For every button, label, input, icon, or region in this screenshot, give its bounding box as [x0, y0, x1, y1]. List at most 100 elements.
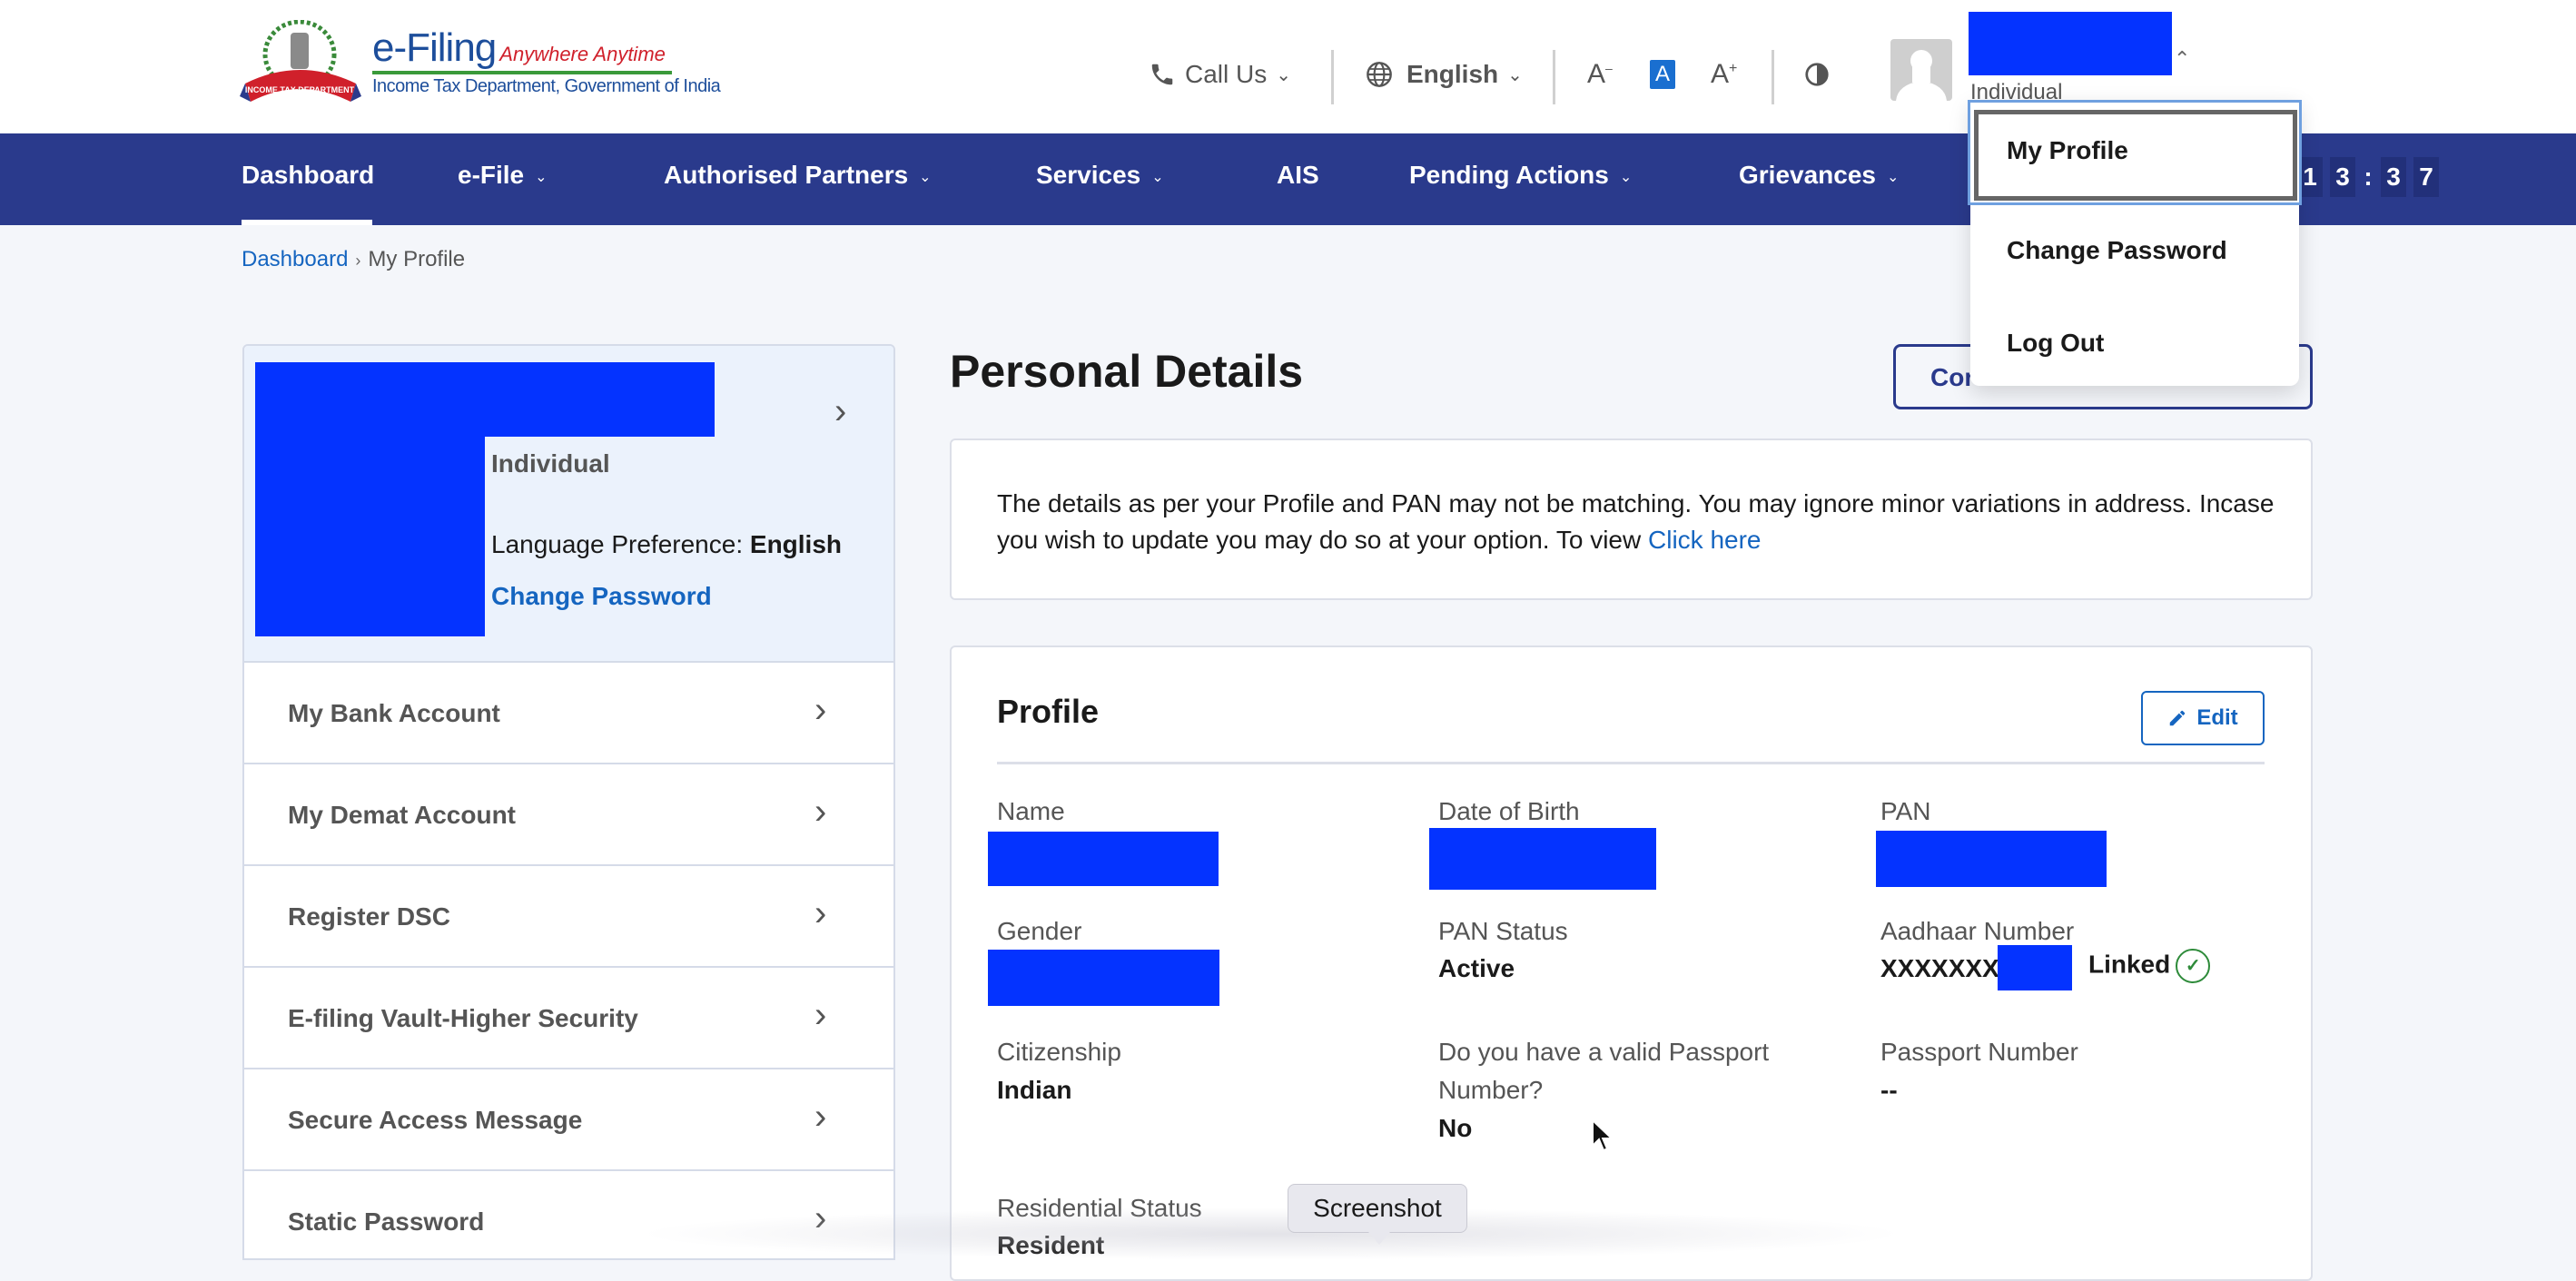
gender-label: Gender: [997, 917, 1082, 945]
font-normal-button[interactable]: A: [1650, 60, 1675, 89]
pan-status-label: PAN Status: [1438, 917, 1568, 945]
profile-section-title: Profile: [997, 693, 1100, 730]
chevron-right-icon: ›: [814, 792, 827, 832]
profile-summary-card[interactable]: Individual Language Preference: English …: [244, 346, 893, 663]
chevron-right-icon[interactable]: ›: [834, 391, 846, 432]
redacted-gender: [988, 950, 1219, 1006]
timer-digit: 7: [2413, 157, 2439, 197]
chevron-right-icon: ›: [814, 995, 827, 1035]
redacted-dob: [1429, 828, 1656, 890]
sidebar-item-static-password[interactable]: Static Password ›: [244, 1171, 893, 1258]
sidebar-item-register-dsc[interactable]: Register DSC ›: [244, 866, 893, 968]
click-here-link[interactable]: Click here: [1648, 526, 1761, 554]
profile-section: Profile Edit Name Date of Birth PAN Gend…: [950, 645, 2313, 1281]
passport-number-label: Passport Number: [1880, 1038, 2078, 1066]
user-menu-dropdown: My Profile Change Password Log Out: [1968, 100, 2302, 386]
chevron-down-icon: ⌄: [1151, 169, 1164, 185]
chevron-down-icon: ⌄: [1276, 64, 1291, 85]
passport-number-value: --: [1880, 1076, 1898, 1104]
passport-question-label: Do you have a valid Passport Number?: [1438, 1038, 1770, 1104]
breadcrumb-current: My Profile: [368, 247, 466, 271]
font-decrease-icon: A–: [1587, 59, 1613, 89]
contrast-icon: [1805, 63, 1829, 86]
redacted-profile-photo: [255, 362, 485, 636]
contrast-toggle[interactable]: [1803, 54, 1831, 94]
mismatch-notice: The details as per your Profile and PAN …: [950, 438, 2313, 600]
nav-efile[interactable]: e-File ⌄: [458, 161, 548, 190]
chevron-down-icon: ⌄: [1619, 169, 1633, 185]
redacted-name: [988, 832, 1219, 886]
screenshot-tooltip: Screenshot: [1288, 1184, 1467, 1245]
aadhaar-linked-status: Linked ✓: [2088, 949, 2211, 983]
mouse-cursor-icon: [1592, 1118, 1614, 1152]
timer-digit: 3: [2381, 157, 2406, 197]
nav-ais[interactable]: AIS: [1277, 161, 1319, 190]
pan-label: PAN: [1880, 797, 1931, 825]
font-increase-icon: A+: [1711, 59, 1738, 89]
menu-item-change-password[interactable]: Change Password: [1970, 207, 2299, 298]
avatar[interactable]: [1890, 39, 1952, 101]
residential-status-label: Residential Status: [997, 1194, 1202, 1222]
dob-label: Date of Birth: [1438, 797, 1580, 825]
logo-subtitle: Income Tax Department, Government of Ind…: [372, 76, 721, 96]
phone-icon: [1151, 64, 1173, 85]
nav-pending-actions[interactable]: Pending Actions ⌄: [1409, 161, 1632, 190]
redacted-pan: [1876, 831, 2107, 887]
chevron-right-icon: ›: [814, 1198, 827, 1238]
sidebar-item-efiling-vault[interactable]: E-filing Vault-Higher Security ›: [244, 968, 893, 1069]
redacted-aadhaar: [1998, 945, 2072, 990]
call-us-dropdown[interactable]: Call Us ⌄: [1149, 54, 1291, 94]
timer-separator: :: [2364, 163, 2373, 191]
profile-user-type: Individual: [491, 449, 610, 478]
efiling-logo[interactable]: INCOME TAX DEPARTMENT e-Filing Anywhere A…: [240, 20, 721, 111]
chevron-down-icon: ⌄: [919, 169, 932, 185]
edit-button[interactable]: Edit: [2141, 691, 2265, 745]
breadcrumb-dashboard[interactable]: Dashboard: [242, 247, 348, 271]
pencil-icon: [2170, 710, 2186, 726]
logo-title: e-Filing Anywhere Anytime: [372, 25, 666, 70]
nav-authorised-partners[interactable]: Authorised Partners ⌄: [664, 161, 932, 190]
menu-item-log-out[interactable]: Log Out: [1970, 300, 2299, 390]
session-timer: 1 3 : 3 7: [2297, 157, 2439, 197]
menu-item-my-profile[interactable]: My Profile: [1968, 100, 2302, 205]
redacted-username[interactable]: [1969, 12, 2172, 75]
sidebar-item-bank-account[interactable]: My Bank Account ›: [244, 663, 893, 764]
citizenship-value: Indian: [997, 1076, 1072, 1104]
divider: [1331, 50, 1334, 104]
section-divider: [997, 762, 2265, 764]
redacted-profile-name: [485, 362, 715, 437]
language-label: English: [1406, 60, 1499, 88]
chevron-up-icon[interactable]: ⌃: [2174, 47, 2190, 71]
name-label: Name: [997, 797, 1065, 825]
notice-text: The details as per your Profile and PAN …: [997, 489, 2275, 554]
nav-services[interactable]: Services ⌄: [1036, 161, 1164, 190]
passport-question-value: No: [1438, 1114, 1473, 1142]
check-circle-icon: ✓: [2176, 949, 2211, 983]
language-dropdown[interactable]: English ⌄: [1365, 54, 1523, 94]
nav-dashboard[interactable]: Dashboard: [242, 161, 374, 190]
emblem-icon: INCOME TAX DEPARTMENT: [240, 20, 361, 102]
font-decrease-button[interactable]: A–: [1587, 54, 1613, 94]
citizenship-label: Citizenship: [997, 1038, 1121, 1066]
language-preference: Language Preference: English: [491, 530, 843, 558]
chevron-down-icon: ⌄: [1507, 64, 1523, 85]
chevron-down-icon: ⌄: [535, 169, 548, 185]
font-normal-icon: A: [1654, 62, 1670, 86]
sidebar-item-secure-access-message[interactable]: Secure Access Message ›: [244, 1069, 893, 1171]
chevron-right-icon: ›: [814, 1097, 827, 1137]
active-tab-indicator: [242, 220, 372, 225]
globe-icon: [1367, 62, 1392, 87]
page-title: Personal Details: [950, 346, 1304, 397]
divider: [1772, 50, 1774, 104]
chevron-right-icon: ›: [814, 893, 827, 933]
pan-status-value: Active: [1438, 954, 1515, 982]
aadhaar-value: XXXXXXX: [1880, 954, 1999, 982]
chevron-down-icon: ⌄: [1887, 169, 1900, 185]
avatar-icon: [1896, 50, 1947, 101]
breadcrumb: Dashboard › My Profile: [242, 247, 465, 272]
chevron-right-icon: ›: [814, 690, 827, 730]
sidebar-item-demat-account[interactable]: My Demat Account ›: [244, 764, 893, 866]
font-increase-button[interactable]: A+: [1711, 54, 1737, 94]
change-password-link[interactable]: Change Password: [491, 582, 712, 611]
nav-grievances[interactable]: Grievances ⌄: [1739, 161, 1899, 190]
